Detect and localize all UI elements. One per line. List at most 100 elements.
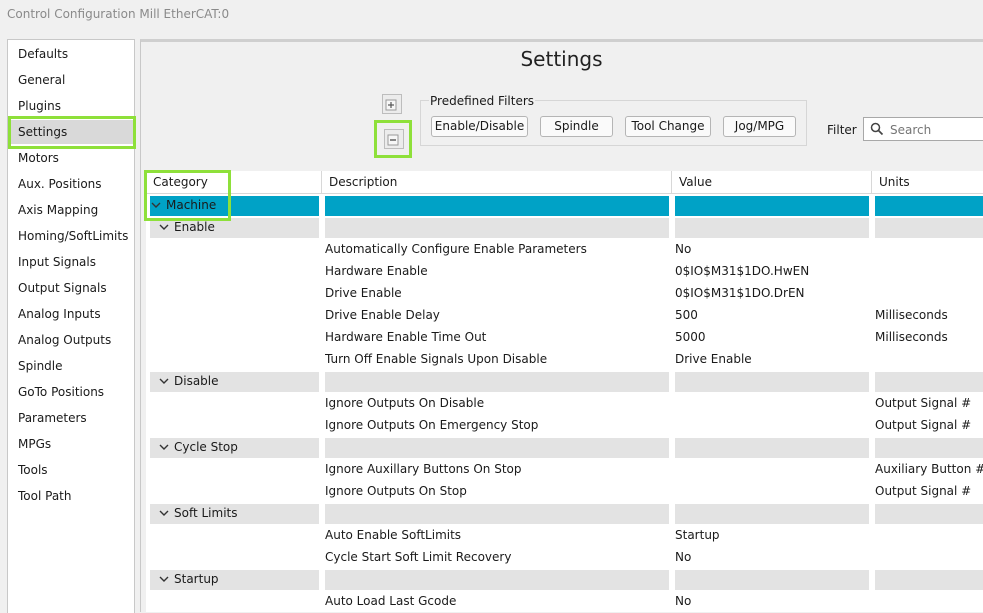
table-row[interactable]: Hardware Enable Time Out 5000 Milliseconds bbox=[146, 326, 983, 348]
table-row[interactable]: Ignore Outputs On Emergency Stop Output S… bbox=[146, 414, 983, 436]
sidebar-item-analog-inputs[interactable]: Analog Inputs bbox=[8, 302, 134, 326]
column-header-category[interactable]: Category bbox=[146, 171, 322, 194]
value-cell[interactable] bbox=[675, 480, 872, 502]
group-row[interactable]: Disable bbox=[146, 370, 983, 392]
sidebar-item-tools[interactable]: Tools bbox=[8, 458, 134, 482]
table-row[interactable]: Auto Load Last Gcode No bbox=[146, 590, 983, 612]
value-cell[interactable]: No bbox=[675, 546, 872, 568]
page-title: Settings bbox=[520, 47, 603, 71]
chevron-down-icon[interactable] bbox=[150, 194, 162, 216]
sidebar-item-defaults[interactable]: Defaults bbox=[8, 42, 134, 66]
units-cell bbox=[875, 348, 983, 370]
table-row[interactable]: Drive Enable Delay 500 Milliseconds bbox=[146, 304, 983, 326]
units-cell bbox=[875, 238, 983, 260]
table-row[interactable]: Turn Off Enable Signals Upon Disable Driv… bbox=[146, 348, 983, 370]
collapse-all-icon bbox=[387, 134, 399, 146]
description-cell: Cycle Start Soft Limit Recovery bbox=[325, 550, 512, 564]
table-row[interactable]: Ignore Auxillary Buttons On Stop Auxiliar… bbox=[146, 458, 983, 480]
units-cell bbox=[875, 546, 983, 568]
units-cell: Auxiliary Button # bbox=[875, 462, 983, 476]
description-cell: Ignore Outputs On Disable bbox=[325, 396, 485, 410]
chevron-down-icon[interactable] bbox=[158, 568, 170, 590]
category-label: Machine bbox=[166, 198, 217, 212]
sidebar-item-homing-softlimits[interactable]: Homing/SoftLimits bbox=[8, 224, 134, 248]
sidebar-item-output-signals[interactable]: Output Signals bbox=[8, 276, 134, 300]
sidebar-item-settings[interactable]: Settings bbox=[8, 120, 134, 144]
group-row-fill bbox=[675, 438, 869, 458]
value-cell[interactable]: Startup bbox=[675, 524, 872, 546]
filter-enable-disable-button[interactable]: Enable/Disable bbox=[431, 116, 528, 137]
sidebar-item-general[interactable]: General bbox=[8, 68, 134, 92]
chevron-down-icon[interactable] bbox=[158, 436, 170, 458]
table-row[interactable]: Cycle Start Soft Limit Recovery No bbox=[146, 546, 983, 568]
sidebar-item-analog-outputs[interactable]: Analog Outputs bbox=[8, 328, 134, 352]
units-cell bbox=[875, 590, 983, 612]
value-cell[interactable]: 0$IO$M31$1DO.HwEN bbox=[675, 260, 872, 282]
category-label: Soft Limits bbox=[174, 506, 238, 520]
value-cell[interactable] bbox=[675, 458, 872, 480]
group-row-fill bbox=[325, 372, 669, 392]
group-row-fill bbox=[675, 372, 869, 392]
table-row[interactable]: Ignore Outputs On Stop Output Signal # bbox=[146, 480, 983, 502]
sidebar: Defaults General Plugins Settings Motors Aux.… bbox=[7, 39, 136, 613]
value-cell[interactable]: 500 bbox=[675, 304, 872, 326]
sidebar-item-plugins[interactable]: Plugins bbox=[8, 94, 134, 118]
category-label: Cycle Stop bbox=[174, 440, 238, 454]
filter-tool-change-button[interactable]: Tool Change bbox=[625, 116, 711, 137]
group-row-fill bbox=[675, 504, 869, 524]
group-row-fill bbox=[875, 218, 983, 238]
value-cell[interactable] bbox=[675, 392, 872, 414]
sidebar-item-tool-path[interactable]: Tool Path bbox=[8, 484, 134, 508]
value-cell[interactable] bbox=[675, 414, 872, 436]
group-row[interactable]: Startup bbox=[146, 568, 983, 590]
sidebar-item-spindle[interactable]: Spindle bbox=[8, 354, 134, 378]
value-cell[interactable]: Drive Enable bbox=[675, 348, 872, 370]
description-cell: Drive Enable bbox=[325, 286, 402, 300]
description-cell: Auto Load Last Gcode bbox=[325, 594, 457, 608]
description-cell: Drive Enable Delay bbox=[325, 308, 440, 322]
chevron-down-icon[interactable] bbox=[158, 216, 170, 238]
table-row[interactable]: Auto Enable SoftLimits Startup bbox=[146, 524, 983, 546]
group-row[interactable]: Machine bbox=[146, 194, 983, 216]
units-cell bbox=[875, 524, 983, 546]
description-cell: Hardware Enable bbox=[325, 264, 428, 278]
search-icon bbox=[870, 122, 884, 136]
value-cell[interactable]: 0$IO$M31$1DO.DrEN bbox=[675, 282, 872, 304]
group-row[interactable]: Soft Limits bbox=[146, 502, 983, 524]
column-header-units[interactable]: Units bbox=[872, 171, 983, 194]
search-box[interactable] bbox=[863, 117, 983, 141]
table-row[interactable]: Ignore Outputs On Disable Output Signal # bbox=[146, 392, 983, 414]
column-header-value[interactable]: Value bbox=[672, 171, 872, 194]
chevron-down-icon[interactable] bbox=[158, 370, 170, 392]
sidebar-item-axis-mapping[interactable]: Axis Mapping bbox=[8, 198, 134, 222]
chevron-down-icon[interactable] bbox=[158, 502, 170, 524]
sidebar-item-parameters[interactable]: Parameters bbox=[8, 406, 134, 430]
table-row[interactable]: Automatically Configure Enable Parameter… bbox=[146, 238, 983, 260]
expand-all-button[interactable] bbox=[382, 94, 402, 114]
group-row-fill bbox=[325, 570, 669, 590]
sidebar-item-goto-positions[interactable]: GoTo Positions bbox=[8, 380, 134, 404]
table-row[interactable]: Hardware Enable 0$IO$M31$1DO.HwEN bbox=[146, 260, 983, 282]
search-input[interactable] bbox=[888, 120, 983, 140]
value-cell[interactable]: 5000 bbox=[675, 326, 872, 348]
column-header-description[interactable]: Description bbox=[322, 171, 672, 194]
value-cell[interactable]: No bbox=[675, 238, 872, 260]
predefined-filters-legend: Predefined Filters bbox=[429, 94, 536, 108]
collapse-all-button[interactable] bbox=[384, 129, 404, 149]
sidebar-item-aux-positions[interactable]: Aux. Positions bbox=[8, 172, 134, 196]
group-row[interactable]: Cycle Stop bbox=[146, 436, 983, 458]
table-row[interactable]: Drive Enable 0$IO$M31$1DO.DrEN bbox=[146, 282, 983, 304]
group-row-fill bbox=[875, 372, 983, 392]
value-cell[interactable]: No bbox=[675, 590, 872, 612]
sidebar-item-input-signals[interactable]: Input Signals bbox=[8, 250, 134, 274]
sidebar-item-mpgs[interactable]: MPGs bbox=[8, 432, 134, 456]
sidebar-item-motors[interactable]: Motors bbox=[8, 146, 134, 170]
group-row[interactable]: Enable bbox=[146, 216, 983, 238]
units-cell: Output Signal # bbox=[875, 484, 972, 498]
group-row-fill bbox=[675, 218, 869, 238]
description-cell: Ignore Outputs On Emergency Stop bbox=[325, 418, 539, 432]
filter-jog-mpg-button[interactable]: Jog/MPG bbox=[723, 116, 796, 137]
category-label: Startup bbox=[174, 572, 219, 586]
settings-grid: Category Description Value Units Machine… bbox=[146, 171, 983, 612]
filter-spindle-button[interactable]: Spindle bbox=[540, 116, 613, 137]
